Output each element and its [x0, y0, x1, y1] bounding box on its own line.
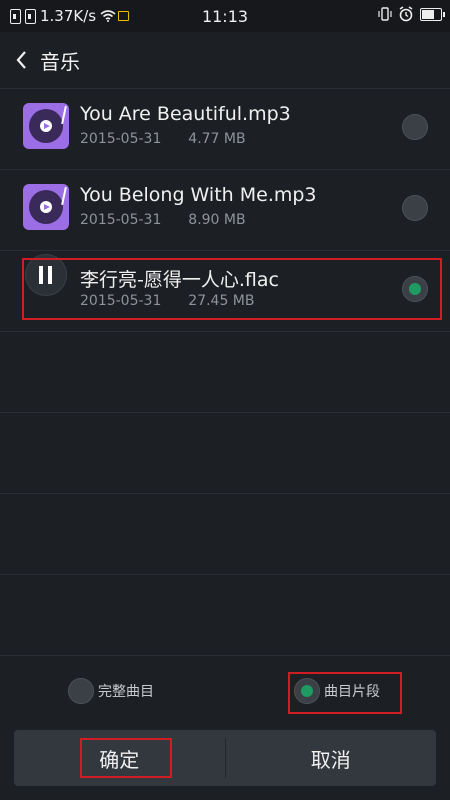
track-meta: 2015-05-31 8.90 MB [80, 212, 246, 228]
app-header: 音乐 [0, 32, 450, 89]
track-title: You Are Beautiful.mp3 [80, 103, 291, 125]
full-track-radio[interactable] [68, 678, 94, 704]
selected-track-highlight [22, 258, 442, 320]
full-track-option[interactable]: 完整曲目 [68, 678, 154, 704]
music-disc-icon [23, 184, 69, 230]
status-right [378, 6, 445, 22]
clip-option-highlight [288, 672, 402, 714]
track-date: 2015-05-31 [80, 131, 162, 147]
music-disc-icon [23, 103, 69, 149]
battery-icon [420, 7, 445, 21]
vibrate-icon [378, 7, 392, 21]
status-bar: 1.37K/s 11:13 [0, 0, 450, 32]
track-list: You Are Beautiful.mp3 2015-05-31 4.77 MB… [0, 89, 450, 656]
back-chevron-icon[interactable] [12, 48, 32, 72]
track-size: 4.77 MB [188, 131, 246, 147]
full-track-label: 完整曲目 [98, 684, 154, 700]
track-size: 8.90 MB [188, 212, 246, 228]
empty-row [0, 413, 450, 494]
track-meta: 2015-05-31 4.77 MB [80, 131, 246, 147]
track-row[interactable]: You Are Beautiful.mp3 2015-05-31 4.77 MB [0, 89, 450, 170]
empty-row [0, 575, 450, 656]
empty-row [0, 494, 450, 575]
action-bar: 确定 取消 [14, 730, 436, 786]
track-radio[interactable] [402, 114, 428, 140]
page-title: 音乐 [40, 50, 80, 74]
track-date: 2015-05-31 [80, 212, 162, 228]
cancel-button[interactable]: 取消 [226, 730, 437, 786]
track-title: You Belong With Me.mp3 [80, 184, 317, 206]
confirm-button-highlight [80, 738, 172, 778]
alarm-icon [399, 6, 413, 22]
track-radio[interactable] [402, 195, 428, 221]
track-row[interactable]: You Belong With Me.mp3 2015-05-31 8.90 M… [0, 170, 450, 251]
empty-row [0, 332, 450, 413]
